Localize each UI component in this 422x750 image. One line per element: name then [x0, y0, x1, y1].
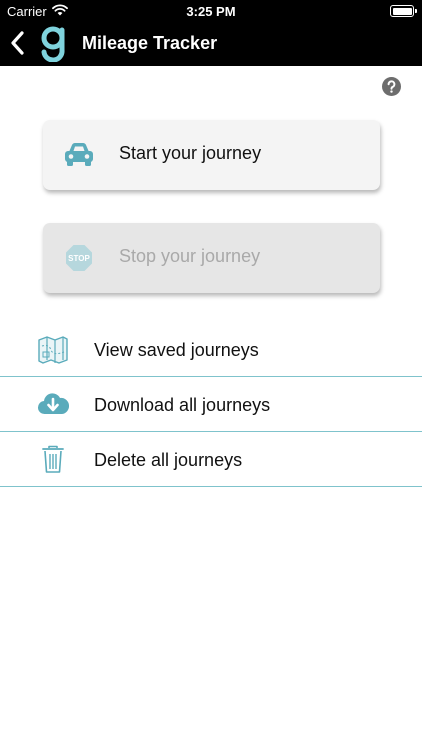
svg-text:STOP: STOP	[68, 254, 90, 263]
cloud-download-icon	[38, 393, 69, 415]
back-chevron-icon[interactable]	[8, 30, 26, 56]
help-icon[interactable]	[382, 77, 401, 96]
delete-all-journeys-label: Delete all journeys	[94, 450, 243, 470]
map-icon	[38, 336, 68, 364]
car-icon	[65, 143, 93, 166]
stop-journey-label: Stop your journey	[119, 246, 261, 266]
app-logo-icon	[41, 26, 65, 62]
start-journey-button[interactable]: Start your journey	[43, 120, 380, 190]
status-time: 3:25 PM	[186, 4, 236, 19]
mileage-tracker-screen: Carrier 3:25 PM Mileage Tracker Start yo…	[0, 0, 422, 750]
status-bar: Carrier 3:25 PM	[0, 0, 422, 24]
trash-icon	[42, 445, 64, 473]
delete-all-journeys-item[interactable]: Delete all journeys	[0, 432, 422, 487]
start-journey-label: Start your journey	[119, 143, 262, 163]
top-bar: Carrier 3:25 PM Mileage Tracker	[0, 0, 422, 66]
stop-sign-icon: STOP	[66, 245, 92, 271]
view-saved-journeys-label: View saved journeys	[94, 340, 259, 360]
navigation-bar: Mileage Tracker	[0, 24, 422, 66]
divider	[0, 486, 422, 487]
download-all-journeys-label: Download all journeys	[94, 395, 271, 415]
stop-journey-button[interactable]: STOP Stop your journey	[43, 223, 380, 293]
battery-icon	[390, 5, 417, 17]
download-all-journeys-item[interactable]: Download all journeys	[0, 377, 422, 432]
journey-options-list: View saved journeys Download all journey…	[0, 322, 422, 487]
page-title: Mileage Tracker	[82, 33, 218, 53]
view-saved-journeys-item[interactable]: View saved journeys	[0, 322, 422, 377]
